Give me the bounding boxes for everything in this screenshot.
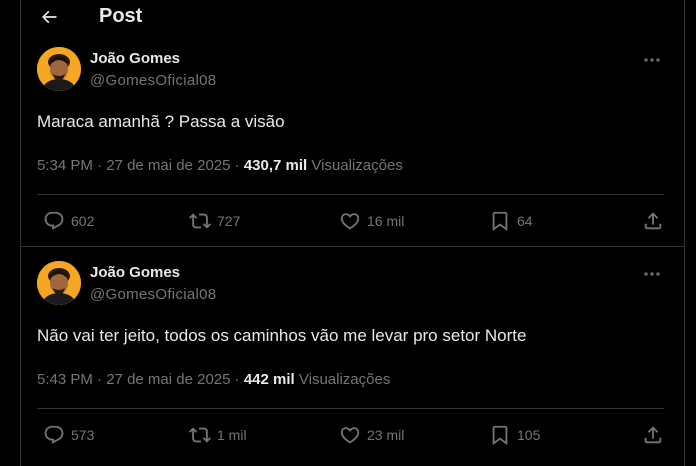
avatar[interactable] [37,261,81,305]
share-icon [644,426,662,444]
views-label: Visualizações [298,371,391,388]
more-horizontal-icon [644,272,660,276]
meta-separator: · [234,371,240,388]
meta-separator: · [234,157,240,174]
more-options-button[interactable] [640,267,664,281]
divider [37,408,664,409]
like-count: 23 mil [367,427,405,443]
meta-separator: · [97,371,103,388]
repost-count: 1 mil [217,427,247,443]
post-time[interactable]: 5:34 PM [37,157,93,174]
post-detail-column: Post João Gomes @GomesOficial08 Maraca a… [20,0,685,466]
post: João Gomes @GomesOficial08 Não vai ter j… [21,214,684,466]
avatar-image [37,47,81,91]
bookmark-count: 105 [517,427,541,443]
post-time[interactable]: 5:43 PM [37,371,93,388]
author-handle[interactable]: @GomesOficial08 [90,72,216,89]
meta-separator: · [97,157,103,174]
reply-icon [44,425,64,444]
post-text: Não vai ter jeito, todos os caminhos vão… [37,326,527,345]
author-name[interactable]: João Gomes [90,264,180,281]
reply-count: 573 [71,427,95,443]
post-date[interactable]: 27 de mai de 2025 [106,157,230,174]
post: João Gomes @GomesOficial08 Maraca amanhã… [21,0,684,246]
post-meta: 5:43 PM · 27 de mai de 2025 · 442 mil Vi… [37,371,390,388]
more-options-button[interactable] [640,53,664,67]
repost-button[interactable]: 1 mil [189,424,247,446]
more-horizontal-icon [644,58,660,62]
post-date[interactable]: 27 de mai de 2025 [106,371,230,388]
avatar-image [37,261,81,305]
post-text: Maraca amanhã ? Passa a visão [37,112,285,131]
repost-icon [189,427,211,443]
action-bar: 573 1 mil 23 mil 105 [37,424,664,448]
author-handle[interactable]: @GomesOficial08 [90,286,216,303]
avatar[interactable] [37,47,81,91]
reply-button[interactable]: 573 [43,424,94,446]
heart-icon [340,427,360,444]
author-name[interactable]: João Gomes [90,50,180,67]
views-count: 442 mil [243,371,295,388]
views-count: 430,7 mil [243,157,308,174]
share-button[interactable] [642,424,664,446]
bookmark-icon [492,425,508,446]
bookmark-button[interactable]: 105 [489,424,540,446]
views-label: Visualizações [311,157,403,174]
like-button[interactable]: 23 mil [339,424,404,446]
post-meta: 5:34 PM · 27 de mai de 2025 · 430,7 mil … [37,157,403,174]
divider [37,194,664,195]
